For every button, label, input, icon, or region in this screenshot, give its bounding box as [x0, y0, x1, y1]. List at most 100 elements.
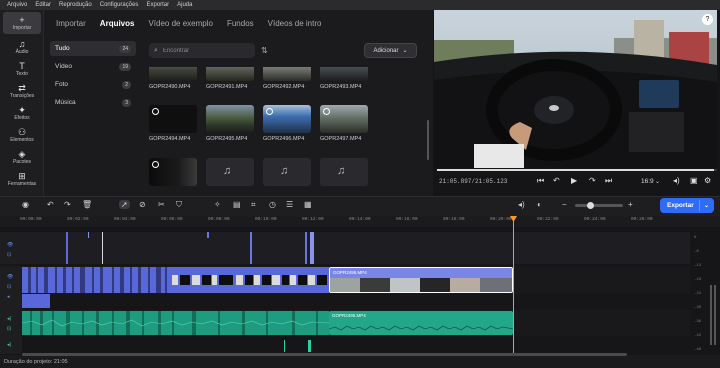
overlay-clip[interactable]: [207, 232, 209, 238]
ripple-tool-icon[interactable]: ⊘: [139, 200, 146, 209]
media-tile[interactable]: ♫: [206, 158, 254, 186]
video-clip-group[interactable]: [22, 267, 329, 293]
media-tile[interactable]: GOPR2496.MP4: [263, 105, 311, 142]
zoom-slider[interactable]: [575, 202, 623, 209]
redo-icon[interactable]: ↷: [64, 200, 71, 209]
rail-elementos[interactable]: ⚇ Elementos: [0, 124, 44, 146]
rail-efeitos[interactable]: ✦ Efeitos: [0, 102, 44, 124]
skip-back-icon[interactable]: ⏮: [537, 176, 544, 186]
media-tile[interactable]: GOPR2497.MP4: [320, 105, 368, 142]
rail-texto[interactable]: T Texto: [0, 58, 44, 80]
menu-exportar[interactable]: Exportar: [142, 0, 173, 10]
lock-icon[interactable]: ⊡: [7, 252, 11, 258]
select-tool-icon[interactable]: ➚: [119, 200, 130, 209]
volume-icon[interactable]: ◂): [673, 176, 680, 185]
menu-ajuda[interactable]: Ajuda: [173, 0, 196, 10]
tab-video-de-exemplo[interactable]: Vídeo de exemplo: [148, 19, 213, 28]
media-scrollbar[interactable]: [427, 120, 429, 160]
category-musica[interactable]: Música 3: [50, 95, 136, 110]
media-tile[interactable]: GOPR2494.MP4: [149, 105, 197, 142]
rail-importar[interactable]: + Importar: [3, 12, 41, 34]
audio-clip[interactable]: GOPR2495.MP4: [329, 311, 513, 335]
media-tile[interactable]: GOPR2493.MP4: [320, 67, 368, 90]
snapshot-icon[interactable]: ▣: [690, 176, 698, 185]
overlay-clip[interactable]: [305, 232, 307, 264]
overlay-clip[interactable]: [310, 232, 314, 264]
eye-icon[interactable]: 👁: [7, 242, 13, 248]
media-tile[interactable]: [149, 158, 197, 186]
audio-track-icon[interactable]: ◂): [7, 316, 11, 322]
media-tile[interactable]: GOPR2495.MP4: [206, 105, 254, 142]
forward-icon[interactable]: ↷: [589, 176, 596, 185]
rail-pacotes[interactable]: ◈ Pacotes: [0, 146, 44, 168]
settings-icon[interactable]: ⚙: [704, 176, 711, 185]
shield-icon[interactable]: ⛉: [176, 200, 182, 210]
playhead[interactable]: [510, 216, 517, 355]
zoom-slider-knob[interactable]: [587, 202, 594, 209]
media-tile[interactable]: ♫: [320, 158, 368, 186]
media-tile[interactable]: GOPR2492.MP4: [263, 67, 311, 90]
rewind-icon[interactable]: ↶: [553, 176, 560, 185]
video-clip-extension[interactable]: [22, 294, 50, 308]
zoom-out-icon[interactable]: −: [562, 200, 567, 209]
rail-ferramentas[interactable]: ⊞ Ferramentas: [0, 168, 44, 190]
category-foto[interactable]: Foto 2: [50, 77, 136, 92]
rail-transicoes[interactable]: ⇄ Transições: [0, 80, 44, 102]
audio-marker[interactable]: [308, 340, 311, 352]
category-video[interactable]: Vídeo 19: [50, 59, 136, 74]
tab-fundos[interactable]: Fundos: [227, 19, 254, 28]
tab-importar[interactable]: Importar: [56, 19, 86, 28]
zoom-in-icon[interactable]: +: [628, 200, 633, 209]
video-clip-selected[interactable]: GOPR2495.MP4: [329, 267, 513, 293]
audio-marker[interactable]: [284, 340, 285, 352]
text-tool-icon[interactable]: ▤: [233, 200, 241, 209]
overlay-clip[interactable]: [250, 232, 252, 264]
undo-icon[interactable]: ↶: [47, 200, 54, 209]
crop-icon[interactable]: ⌗: [251, 200, 256, 210]
record-icon[interactable]: ◉: [22, 200, 29, 209]
preview-video[interactable]: ?: [434, 10, 717, 168]
menu-arquivo[interactable]: Arquivo: [3, 0, 31, 10]
overlay-clip[interactable]: [102, 232, 103, 264]
menu-reproducao[interactable]: Reprodução: [55, 0, 96, 10]
overlay-clip[interactable]: [66, 232, 68, 264]
eye-icon[interactable]: 👁: [7, 274, 13, 280]
audio-detach-icon[interactable]: ◂): [518, 200, 525, 209]
play-icon[interactable]: ▶: [571, 176, 577, 185]
speed-icon[interactable]: ◷: [269, 200, 276, 209]
sort-icon[interactable]: ⇅: [261, 46, 268, 55]
tab-videos-de-intro[interactable]: Vídeos de intro: [268, 19, 322, 28]
aspect-ratio-select[interactable]: 16:9: [641, 178, 654, 185]
chevron-down-icon[interactable]: ⌄: [655, 178, 660, 185]
tab-arquivos[interactable]: Arquivos: [100, 19, 135, 28]
audio-track-icon[interactable]: ◂): [7, 342, 11, 348]
overlay-clip[interactable]: [88, 232, 89, 238]
lock-icon[interactable]: ⊡: [7, 326, 11, 332]
export-button[interactable]: Exportar ⌄: [660, 198, 714, 213]
split-icon[interactable]: ✂: [158, 200, 165, 209]
mute-icon[interactable]: ◂: [7, 294, 10, 300]
freeze-icon[interactable]: ▦: [304, 200, 312, 209]
category-count: 24: [119, 44, 131, 53]
preview-progress[interactable]: [437, 169, 717, 171]
adjust-icon[interactable]: ☰: [286, 200, 293, 209]
menu-configuracoes[interactable]: Configurações: [96, 0, 143, 10]
chevron-down-icon[interactable]: ⌄: [704, 202, 709, 209]
menu-editar[interactable]: Editar: [31, 0, 55, 10]
audio-clip-group[interactable]: [22, 311, 329, 335]
lock-icon[interactable]: ⊡: [7, 284, 11, 290]
media-tile[interactable]: GOPR2491.MP4: [206, 67, 254, 90]
search-input[interactable]: [162, 47, 243, 54]
overlay-track[interactable]: [22, 232, 690, 264]
snap-icon[interactable]: ◐: [537, 200, 542, 209]
category-tudo[interactable]: Tudo 24: [50, 41, 136, 56]
timeline-scrollbar[interactable]: [22, 353, 627, 356]
media-tile[interactable]: ♫: [263, 158, 311, 186]
delete-icon[interactable]: 🗑: [82, 200, 92, 209]
media-tile[interactable]: GOPR2490.MP4: [149, 67, 197, 90]
help-icon[interactable]: ?: [702, 14, 713, 25]
add-button[interactable]: Adicionar ⌄: [364, 43, 417, 58]
rail-audio[interactable]: ♫ Áudio: [0, 36, 44, 58]
skip-forward-icon[interactable]: ⏭: [605, 176, 612, 186]
magic-icon[interactable]: ✧: [214, 200, 221, 209]
